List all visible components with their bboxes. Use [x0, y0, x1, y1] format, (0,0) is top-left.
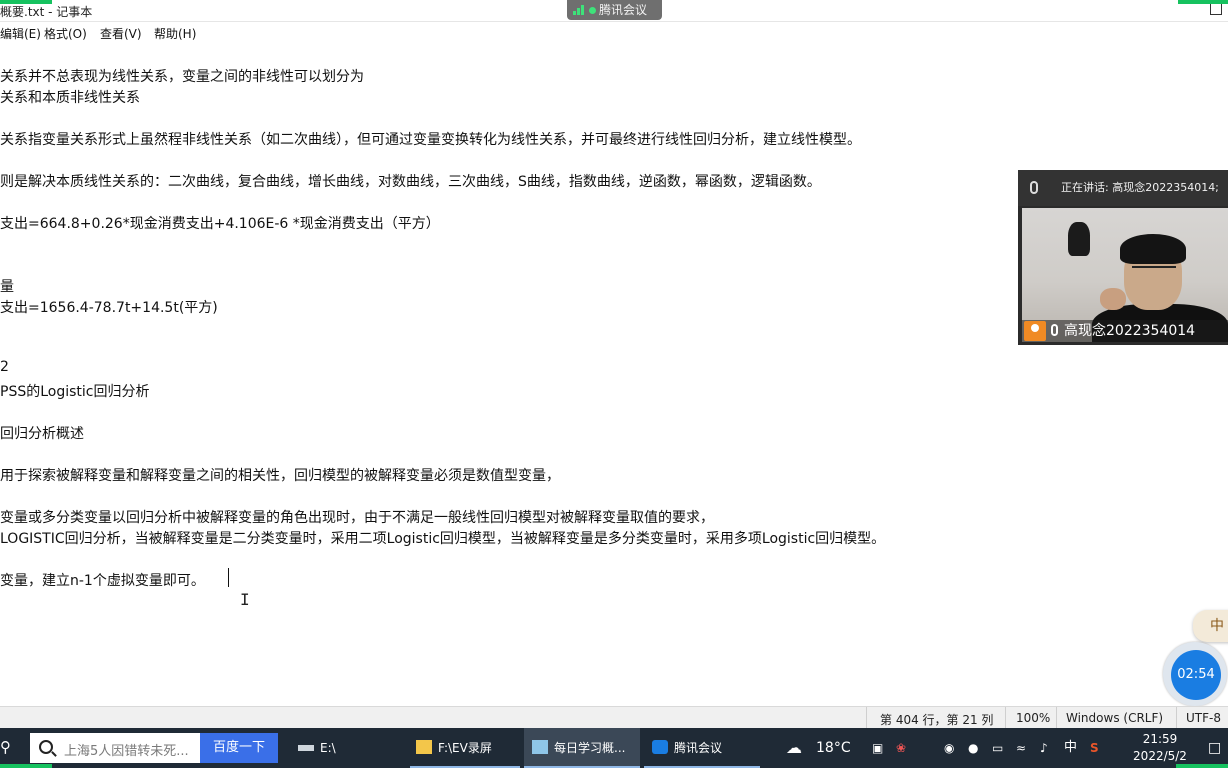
- status-separator: [866, 707, 867, 729]
- microphone-icon: [1051, 324, 1058, 336]
- background-object: [1068, 222, 1090, 256]
- recording-indicator-bar: [0, 0, 52, 4]
- wifi-icon[interactable]: ≈: [1016, 728, 1026, 768]
- participant-name: 高现念2022354014: [1064, 323, 1196, 339]
- menu-help[interactable]: 帮助(H): [154, 25, 196, 42]
- speaking-header: 正在讲话: 高现念2022354014;: [1018, 170, 1228, 206]
- meeting-badge-label: 腾讯会议: [599, 3, 648, 17]
- signal-icon: [573, 1, 587, 15]
- status-dot-icon: [589, 7, 596, 14]
- text-line: 变量或多分类变量以回归分析中被解释变量的角色出现时，由于不满足一般线性回归模型对…: [0, 510, 714, 526]
- menu-format[interactable]: 格式(O): [44, 25, 87, 42]
- text-line: PSS的Logistic回归分析: [0, 384, 150, 400]
- weather-icon[interactable]: ☁: [786, 728, 802, 768]
- zoom-level: 100%: [1016, 711, 1051, 725]
- text-line: 回归分析概述: [0, 426, 84, 442]
- task-notepad[interactable]: 每日学习概...: [524, 728, 640, 768]
- search-input[interactable]: 上海5人因错转未死...: [64, 740, 198, 759]
- search-box[interactable]: 上海5人因错转未死... 百度一下: [30, 733, 278, 763]
- notification-icon[interactable]: □: [1208, 728, 1221, 768]
- text-editor[interactable]: 关系并不总表现为线性关系，变量之间的非线性可以划分为 关系和本质非线性关系 关系…: [0, 44, 1228, 706]
- speaking-text: 正在讲话: 高现念2022354014;: [1061, 181, 1219, 194]
- taskbar: ⚲ 上海5人因错转未死... 百度一下 E:\ F:\EV录屏 每日学习概...…: [0, 728, 1228, 768]
- battery-icon[interactable]: ▭: [992, 728, 1003, 768]
- task-label: E:\: [320, 741, 336, 755]
- participant-label: 高现念2022354014: [1022, 320, 1228, 342]
- task-label: 腾讯会议: [674, 741, 723, 755]
- recording-indicator-bar-bottom-right: [1176, 764, 1228, 768]
- microphone-icon: [1030, 181, 1038, 194]
- text-line: 关系和本质非线性关系: [0, 90, 140, 106]
- text-line: 用于探索被解释变量和解释变量之间的相关性，回归模型的被解释变量必须是数值型变量，: [0, 468, 560, 484]
- glasses: [1132, 266, 1176, 274]
- microphone-tray-icon[interactable]: ●: [968, 728, 978, 768]
- status-separator: [1056, 707, 1057, 729]
- text-line: 支出=1656.4-78.7t+14.5t(平方): [0, 300, 218, 316]
- maximize-icon[interactable]: [1210, 3, 1222, 15]
- recording-indicator-bar-right: [1178, 0, 1228, 4]
- text-line: 关系并不总表现为线性关系，变量之间的非线性可以划分为: [0, 69, 364, 85]
- search-icon: [39, 740, 53, 754]
- text-line: 关系指变量关系形式上虽然程非线性关系（如二次曲线），但可通过变量变换转化为线性关…: [0, 132, 861, 148]
- volume-icon[interactable]: ♪: [1040, 728, 1048, 768]
- ibeam-cursor-icon: I: [240, 590, 250, 609]
- menu-view[interactable]: 查看(V): [100, 25, 142, 42]
- recording-timer[interactable]: 02:54: [1163, 642, 1227, 706]
- meeting-badge[interactable]: 腾讯会议: [567, 0, 662, 20]
- weather-temp[interactable]: 18°C: [816, 728, 851, 768]
- text-line: 则是解决本质线性关系的：二次曲线，复合曲线，增长曲线，对数曲线，三次曲线，S曲线…: [0, 174, 821, 190]
- folder-icon: [416, 740, 432, 754]
- drive-icon: [298, 745, 314, 751]
- task-explorer-ev[interactable]: F:\EV录屏: [410, 728, 520, 768]
- status-bar: 第 404 行，第 21 列 100% Windows (CRLF) UTF-8: [0, 706, 1228, 729]
- status-separator: [1005, 707, 1006, 729]
- tray-app2-icon[interactable]: ❀: [896, 728, 906, 768]
- recording-indicator-bar-bottom: [0, 764, 52, 768]
- start-icon[interactable]: ⚲: [0, 738, 11, 756]
- video-panel[interactable]: 正在讲话: 高现念2022354014; 高现念2022354014: [1018, 170, 1228, 345]
- status-separator: [1176, 707, 1177, 729]
- notepad-icon: [532, 740, 548, 754]
- task-explorer-e[interactable]: E:\: [292, 728, 402, 768]
- text-line: LOGISTIC回归分析，当被解释变量是二分类变量时，采用二项Logistic回…: [0, 531, 886, 547]
- ime-tray[interactable]: 中: [1064, 728, 1077, 768]
- text-line: 2: [0, 359, 9, 375]
- text-line: 支出=664.8+0.26*现金消费支出+4.106E-6 *现金消费支出（平方…: [0, 216, 440, 232]
- search-button[interactable]: 百度一下: [200, 733, 278, 763]
- security-icon[interactable]: ◉: [944, 728, 954, 768]
- task-label: 每日学习概...: [554, 741, 626, 755]
- clock-time: 21:59: [1142, 732, 1178, 746]
- task-tencent-meeting[interactable]: 腾讯会议: [644, 728, 760, 768]
- tencent-meeting-icon: [652, 740, 668, 754]
- person-hand: [1100, 288, 1126, 310]
- window-title: 概要.txt - 记事本: [0, 5, 93, 19]
- sogou-icon[interactable]: S: [1090, 728, 1099, 768]
- ime-toggle[interactable]: 中: [1193, 610, 1228, 642]
- text-line: 变量，建立n-1个虚拟变量即可。: [0, 573, 205, 589]
- clock-date: 2022/5/2: [1133, 749, 1187, 763]
- text-caret: [228, 568, 229, 587]
- person-hair: [1120, 234, 1186, 264]
- cursor-position: 第 404 行，第 21 列: [880, 713, 994, 727]
- text-line: 量: [0, 279, 14, 295]
- line-ending: Windows (CRLF): [1066, 711, 1164, 725]
- encoding: UTF-8: [1186, 711, 1221, 725]
- tray-app-icon[interactable]: ▣: [872, 728, 883, 768]
- system-clock[interactable]: 21:59 2022/5/2: [1128, 731, 1192, 765]
- task-label: F:\EV录屏: [438, 741, 492, 755]
- timer-value: 02:54: [1171, 650, 1221, 700]
- menu-edit[interactable]: 编辑(E): [0, 25, 41, 42]
- user-avatar-icon: [1024, 321, 1046, 341]
